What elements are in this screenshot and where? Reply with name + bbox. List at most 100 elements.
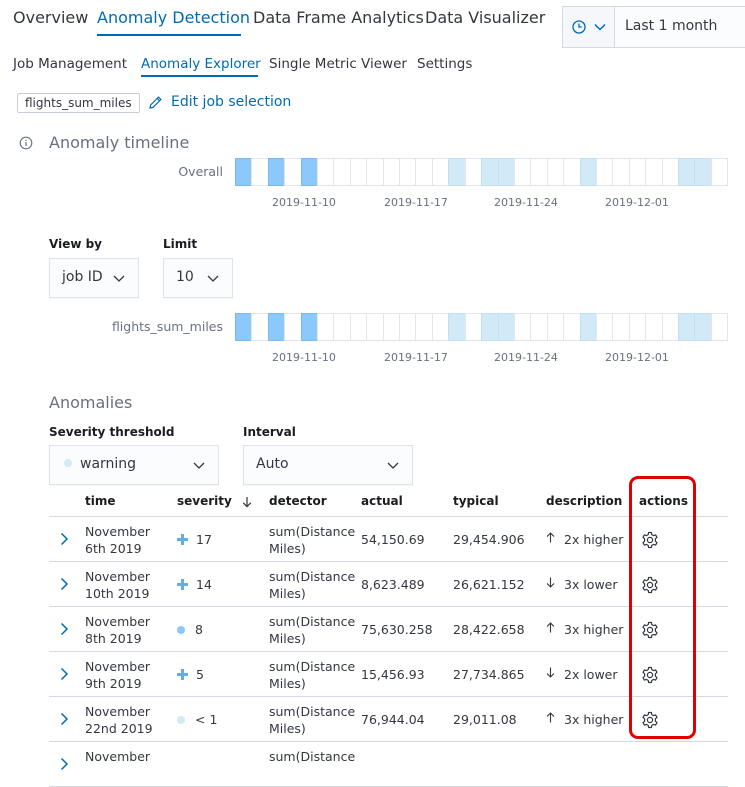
column-header-description[interactable]: description	[546, 494, 622, 508]
swimlane-cell[interactable]	[546, 158, 565, 186]
swimlane-cell[interactable]	[645, 158, 663, 186]
swimlane-cell[interactable]	[267, 313, 286, 341]
info-icon[interactable]	[19, 136, 33, 150]
swimlane-cell[interactable]	[448, 158, 466, 186]
table-row[interactable]: November 10th 2019 14 sum(Distance Miles) 8…	[49, 562, 728, 607]
date-range-value[interactable]: Last 1 month	[625, 18, 717, 34]
swimlane-cell[interactable]	[415, 313, 433, 341]
swimlane-cell[interactable]	[349, 313, 368, 341]
swimlane-cell[interactable]	[333, 313, 351, 341]
swimlane-cell[interactable]	[710, 158, 729, 186]
table-row[interactable]: November 9th 2019 5 sum(Distance Miles) 15,…	[49, 652, 728, 697]
job-swimlane[interactable]	[235, 313, 729, 341]
swimlane-cell[interactable]	[284, 158, 302, 186]
table-row[interactable]: November 8th 2019 8 sum(Distance Miles) 75,…	[49, 607, 728, 652]
expand-row-icon[interactable]	[59, 622, 69, 636]
swimlane-cell[interactable]	[481, 158, 499, 186]
expand-row-icon[interactable]	[59, 577, 69, 591]
swimlane-cell[interactable]	[317, 158, 335, 186]
table-row[interactable]: November 22nd 2019 < 1 sum(Distance Miles)…	[49, 697, 728, 742]
swimlane-cell[interactable]	[481, 313, 499, 341]
swimlane-cell[interactable]	[579, 158, 597, 186]
table-row[interactable]: November sum(Distance	[49, 742, 728, 787]
swimlane-cell[interactable]	[612, 158, 630, 186]
column-header-time[interactable]: time	[85, 494, 116, 508]
swimlane-cell[interactable]	[694, 158, 712, 186]
swimlane-cell[interactable]	[300, 158, 319, 186]
tab-anomaly-explorer[interactable]: Anomaly Explorer	[141, 56, 261, 72]
swimlane-cell[interactable]	[349, 158, 368, 186]
swimlane-cell[interactable]	[546, 313, 565, 341]
column-header-severity[interactable]: severity	[177, 494, 252, 508]
swimlane-cell[interactable]	[513, 313, 532, 341]
swimlane-cell[interactable]	[661, 313, 679, 341]
swimlane-cell[interactable]	[628, 313, 647, 341]
swimlane-cell[interactable]	[284, 313, 302, 341]
view-by-select[interactable]: job ID	[49, 258, 139, 298]
swimlane-cell[interactable]	[530, 313, 548, 341]
swimlane-cell[interactable]	[382, 158, 401, 186]
tab-overview[interactable]: Overview	[13, 8, 88, 27]
edit-job-selection-link[interactable]: Edit job selection	[148, 94, 291, 110]
swimlane-cell[interactable]	[333, 158, 351, 186]
swimlane-cell[interactable]	[431, 158, 450, 186]
tab-single-metric-viewer[interactable]: Single Metric Viewer	[269, 56, 407, 72]
date-picker[interactable]: Last 1 month	[562, 6, 745, 48]
swimlane-cell[interactable]	[677, 158, 696, 186]
swimlane-cell[interactable]	[645, 313, 663, 341]
swimlane-cell[interactable]	[628, 158, 647, 186]
overall-swimlane[interactable]	[235, 158, 729, 186]
swimlane-cell[interactable]	[251, 158, 269, 186]
swimlane-cell[interactable]	[317, 313, 335, 341]
column-header-detector[interactable]: detector	[269, 494, 327, 508]
tab-anomaly-detection[interactable]: Anomaly Detection	[97, 8, 250, 27]
column-header-actual[interactable]: actual	[361, 494, 403, 508]
swimlane-cell[interactable]	[563, 158, 581, 186]
swimlane-cell[interactable]	[497, 313, 515, 341]
swimlane-cell[interactable]	[612, 313, 630, 341]
swimlane-cell[interactable]	[530, 158, 548, 186]
swimlane-cell[interactable]	[448, 313, 466, 341]
column-header-typical[interactable]: typical	[453, 494, 499, 508]
cell-time: November 10th 2019	[85, 569, 151, 601]
swimlane-cell[interactable]	[366, 313, 384, 341]
expand-row-icon[interactable]	[59, 667, 69, 681]
table-row[interactable]: November 6th 2019 17 sum(Distance Miles) 54…	[49, 517, 728, 562]
swimlane-cell[interactable]	[251, 313, 269, 341]
severity-threshold-select[interactable]: warning	[49, 445, 219, 485]
swimlane-cell[interactable]	[366, 158, 384, 186]
limit-value: 10	[176, 269, 194, 285]
swimlane-cell[interactable]	[661, 158, 679, 186]
swimlane-cell[interactable]	[267, 158, 286, 186]
swimlane-cell[interactable]	[235, 313, 253, 341]
quick-select-button[interactable]	[563, 7, 615, 47]
tab-data-frame-analytics[interactable]: Data Frame Analytics	[253, 8, 424, 27]
swimlane-cell[interactable]	[497, 158, 515, 186]
swimlane-cell[interactable]	[513, 158, 532, 186]
swimlane-cell[interactable]	[563, 313, 581, 341]
expand-row-icon[interactable]	[59, 712, 69, 726]
tab-job-management[interactable]: Job Management	[13, 56, 127, 72]
swimlane-cell[interactable]	[399, 158, 417, 186]
swimlane-cell[interactable]	[677, 313, 696, 341]
swimlane-cell[interactable]	[464, 313, 483, 341]
swimlane-cell[interactable]	[399, 313, 417, 341]
tab-data-visualizer[interactable]: Data Visualizer	[425, 8, 545, 27]
expand-row-icon[interactable]	[59, 532, 69, 546]
swimlane-cell[interactable]	[235, 158, 253, 186]
swimlane-cell[interactable]	[579, 313, 597, 341]
tab-settings[interactable]: Settings	[417, 56, 472, 72]
swimlane-cell[interactable]	[595, 158, 614, 186]
limit-select[interactable]: 10	[163, 258, 233, 298]
cell-severity: < 1	[177, 711, 217, 728]
swimlane-cell[interactable]	[464, 158, 483, 186]
swimlane-cell[interactable]	[694, 313, 712, 341]
interval-select[interactable]: Auto	[243, 445, 413, 485]
swimlane-cell[interactable]	[300, 313, 319, 341]
swimlane-cell[interactable]	[595, 313, 614, 341]
swimlane-cell[interactable]	[382, 313, 401, 341]
swimlane-cell[interactable]	[710, 313, 729, 341]
expand-row-icon[interactable]	[59, 757, 69, 771]
swimlane-cell[interactable]	[415, 158, 433, 186]
swimlane-cell[interactable]	[431, 313, 450, 341]
